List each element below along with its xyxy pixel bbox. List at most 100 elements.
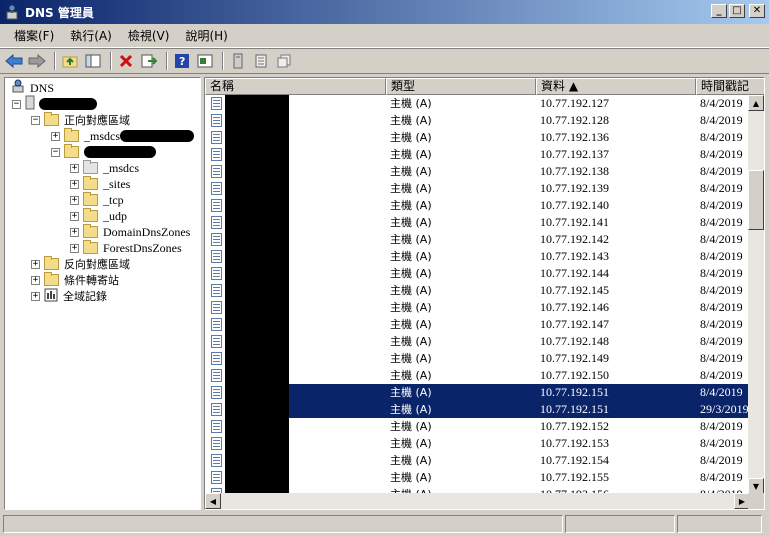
scroll-left-icon[interactable]: ◀ xyxy=(205,493,221,509)
column-header-type[interactable]: 類型 xyxy=(386,78,536,95)
tree-label-conditional-forwarders: 條件轉寄站 xyxy=(64,274,119,287)
column-header-data[interactable]: 資料 ▲ xyxy=(536,78,696,95)
menu-file[interactable]: 檔案(F) xyxy=(6,27,62,44)
tree-node-forestdnszones[interactable]: + ForestDnsZones xyxy=(70,240,182,256)
console-tree[interactable]: DNS − − 正向對應區域 + _msdcs − + _msdcs + _si… xyxy=(4,77,201,510)
menu-help[interactable]: 說明(H) xyxy=(177,27,235,44)
scroll-down-icon[interactable]: ▼ xyxy=(748,478,764,494)
cell-data: 10.77.192.155 xyxy=(540,470,609,484)
tree-label-domaindnszones: DomainDnsZones xyxy=(103,224,191,239)
tree-node-conditional-forwarders[interactable]: + 條件轉寄站 xyxy=(31,272,119,288)
tree-node-server[interactable]: − xyxy=(12,95,97,112)
folder-icon xyxy=(83,240,98,254)
cell-data: 10.77.192.138 xyxy=(540,164,609,178)
tree-label-udp: _udp xyxy=(103,208,127,223)
up-folder-icon[interactable] xyxy=(60,51,80,71)
host-record-icon xyxy=(211,301,222,314)
tree-node-msdcs[interactable]: + _msdcs xyxy=(70,160,139,176)
expand-icon[interactable]: + xyxy=(31,259,40,269)
cell-type: 主機 (A) xyxy=(390,369,432,382)
cell-data: 10.77.192.144 xyxy=(540,266,609,280)
tree-node-domain-zone[interactable]: − xyxy=(51,144,156,160)
log-icon xyxy=(44,288,58,305)
copy-record-icon[interactable] xyxy=(274,51,294,71)
window-title: DNS 管理員 xyxy=(25,5,94,20)
tree-node-udp[interactable]: + _udp xyxy=(70,208,127,224)
expand-icon[interactable]: + xyxy=(31,275,40,285)
cell-data: 10.77.192.154 xyxy=(540,453,609,467)
cell-type: 主機 (A) xyxy=(390,199,432,212)
expand-icon[interactable]: + xyxy=(31,291,40,301)
tree-label-forward-zones: 正向對應區域 xyxy=(64,114,130,127)
host-record-icon xyxy=(211,318,222,331)
folder-icon xyxy=(44,256,59,270)
status-bar xyxy=(0,512,769,536)
host-record-icon xyxy=(211,454,222,467)
back-arrow-icon[interactable] xyxy=(4,51,24,71)
menu-action[interactable]: 執行(A) xyxy=(62,27,120,44)
expand-icon[interactable]: + xyxy=(51,131,60,141)
minimize-button[interactable]: _ xyxy=(711,4,727,18)
menu-view[interactable]: 檢視(V) xyxy=(120,27,178,44)
cell-type: 主機 (A) xyxy=(390,182,432,195)
tree-node-sites[interactable]: + _sites xyxy=(70,176,130,192)
tree-node-tcp[interactable]: + _tcp xyxy=(70,192,124,208)
expand-icon[interactable]: + xyxy=(70,211,79,221)
tree-label-dns: DNS xyxy=(30,80,55,95)
column-header-timestamp[interactable]: 時間戳記 xyxy=(696,78,764,95)
folder-icon xyxy=(83,208,98,222)
export-list-icon[interactable] xyxy=(139,51,159,71)
collapse-icon[interactable]: − xyxy=(51,147,60,157)
cell-data: 10.77.192.142 xyxy=(540,232,609,246)
close-button[interactable]: ✕ xyxy=(749,4,765,18)
cell-type: 主機 (A) xyxy=(390,401,536,418)
host-record-icon xyxy=(211,182,222,195)
show-hide-tree-icon[interactable] xyxy=(83,51,103,71)
redacted-server-name xyxy=(39,98,97,110)
scroll-thumb[interactable] xyxy=(748,170,764,230)
tree-node-forward-zones[interactable]: − 正向對應區域 xyxy=(31,112,130,128)
folder-icon xyxy=(83,176,98,190)
scroll-up-icon[interactable]: ▲ xyxy=(748,95,764,111)
cell-type: 主機 (A) xyxy=(390,384,536,401)
host-record-icon xyxy=(211,97,222,110)
vertical-scrollbar[interactable]: ▲ ▼ xyxy=(748,95,764,494)
forward-arrow-icon[interactable] xyxy=(27,51,47,71)
host-record-icon xyxy=(211,267,222,280)
cell-type: 主機 (A) xyxy=(390,301,432,314)
expand-icon[interactable]: + xyxy=(70,243,79,253)
collapse-icon[interactable]: − xyxy=(12,99,21,109)
new-record-icon[interactable] xyxy=(251,51,271,71)
expand-icon[interactable]: + xyxy=(70,163,79,173)
expand-icon[interactable]: + xyxy=(70,179,79,189)
expand-icon[interactable]: + xyxy=(70,227,79,237)
record-list[interactable]: 名稱 類型 資料 ▲ 時間戳記 主機 (A) 10.77.192.127 8/4/2… xyxy=(204,77,765,510)
host-record-icon xyxy=(211,114,222,127)
maximize-button[interactable]: □ xyxy=(729,4,745,18)
delegated-folder-icon xyxy=(83,160,98,174)
cell-data: 10.77.192.146 xyxy=(540,300,609,314)
host-record-icon xyxy=(211,148,222,161)
cell-data: 10.77.192.148 xyxy=(540,334,609,348)
horizontal-scrollbar[interactable]: ◀ ▶ xyxy=(205,493,750,509)
tree-label-forestdnszones: ForestDnsZones xyxy=(103,240,182,255)
host-record-icon xyxy=(211,352,222,365)
delete-icon[interactable] xyxy=(116,51,136,71)
tree-node-reverse-zones[interactable]: + 反向對應區域 xyxy=(31,256,130,272)
properties-icon[interactable] xyxy=(195,51,215,71)
cell-type: 主機 (A) xyxy=(390,267,432,280)
tree-node-global-logs[interactable]: + 全域記錄 xyxy=(31,288,107,304)
column-header-name[interactable]: 名稱 xyxy=(205,78,386,95)
tree-node-msdcs-zone[interactable]: + _msdcs xyxy=(51,128,194,144)
host-record-icon xyxy=(211,437,222,450)
cell-type: 主機 (A) xyxy=(390,250,432,263)
tree-label-sites: _sites xyxy=(103,176,131,191)
server-icon[interactable] xyxy=(228,51,248,71)
expand-icon[interactable]: + xyxy=(70,195,79,205)
cell-data: 10.77.192.141 xyxy=(540,215,609,229)
folder-icon xyxy=(44,272,59,286)
cell-type: 主機 (A) xyxy=(390,165,432,178)
help-icon[interactable]: ? xyxy=(172,51,192,71)
tree-node-domaindnszones[interactable]: + DomainDnsZones xyxy=(70,224,190,240)
collapse-icon[interactable]: − xyxy=(31,115,40,125)
